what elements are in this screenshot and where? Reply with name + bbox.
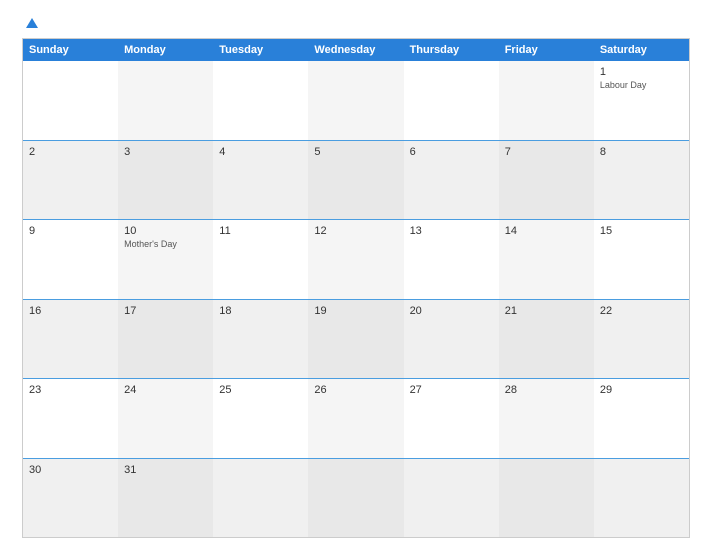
col-wednesday: Wednesday (308, 39, 403, 61)
calendar-cell: 27 (404, 379, 499, 458)
day-number: 18 (219, 305, 302, 317)
calendar-cell: 7 (499, 141, 594, 220)
day-number: 24 (124, 384, 207, 396)
calendar-header: Sunday Monday Tuesday Wednesday Thursday… (23, 39, 689, 61)
calendar-cell: 6 (404, 141, 499, 220)
calendar-row-1: 2345 678 (23, 140, 689, 220)
day-number: 20 (410, 305, 493, 317)
calendar-cell (308, 459, 403, 538)
calendar-cell: 20 (404, 300, 499, 379)
day-number: 9 (29, 225, 112, 237)
calendar-cell (499, 459, 594, 538)
calendar-cell: 5 (308, 141, 403, 220)
col-saturday: Saturday (594, 39, 689, 61)
calendar-row-3: 16 17 18 19 20 21 22 (23, 299, 689, 379)
day-number: 5 (314, 146, 397, 158)
logo (22, 18, 38, 28)
calendar-cell: 26 (308, 379, 403, 458)
calendar-cell (594, 459, 689, 538)
day-number: 31 (124, 464, 207, 476)
calendar-cell: 24 (118, 379, 213, 458)
calendar-cell: 15 (594, 220, 689, 299)
calendar-cell: 13 (404, 220, 499, 299)
day-number: 26 (314, 384, 397, 396)
col-monday: Monday (118, 39, 213, 61)
col-friday: Friday (499, 39, 594, 61)
calendar-cell: 12 (308, 220, 403, 299)
day-number: 23 (29, 384, 112, 396)
holiday-label: Labour Day (600, 80, 683, 91)
header (22, 18, 690, 28)
day-number: 21 (505, 305, 588, 317)
calendar-cell: 4 (213, 141, 308, 220)
day-number: 16 (29, 305, 112, 317)
col-thursday: Thursday (404, 39, 499, 61)
day-number: 6 (410, 146, 493, 158)
calendar-cell: 25 (213, 379, 308, 458)
calendar-cell: 9 (23, 220, 118, 299)
calendar-row-2: 9 10 Mother's Day 11 12 13 14 15 (23, 219, 689, 299)
day-number: 3 (124, 146, 207, 158)
calendar-cell (23, 61, 118, 140)
calendar-cell (213, 61, 308, 140)
calendar-cell (499, 61, 594, 140)
day-number: 17 (124, 305, 207, 317)
calendar-cell: 28 (499, 379, 594, 458)
day-number: 1 (600, 66, 683, 78)
day-number: 11 (219, 225, 302, 237)
calendar-cell: 14 (499, 220, 594, 299)
calendar-cell: 10 Mother's Day (118, 220, 213, 299)
day-number: 12 (314, 225, 397, 237)
calendar-cell: 3 (118, 141, 213, 220)
day-number: 7 (505, 146, 588, 158)
day-number: 19 (314, 305, 397, 317)
calendar-cell: 8 (594, 141, 689, 220)
col-tuesday: Tuesday (213, 39, 308, 61)
calendar-cell: 30 (23, 459, 118, 538)
day-number: 27 (410, 384, 493, 396)
col-sunday: Sunday (23, 39, 118, 61)
day-number: 4 (219, 146, 302, 158)
calendar-cell (404, 61, 499, 140)
calendar-cell: 21 (499, 300, 594, 379)
calendar-cell: 31 (118, 459, 213, 538)
day-number: 8 (600, 146, 683, 158)
calendar-cell: 2 (23, 141, 118, 220)
holiday-label: Mother's Day (124, 239, 207, 250)
day-number: 22 (600, 305, 683, 317)
calendar-cell (213, 459, 308, 538)
logo-triangle-icon (26, 18, 38, 28)
calendar-cell (118, 61, 213, 140)
calendar-cell: 16 (23, 300, 118, 379)
calendar-cell: 23 (23, 379, 118, 458)
calendar-cell (308, 61, 403, 140)
day-number: 2 (29, 146, 112, 158)
day-number: 10 (124, 225, 207, 237)
calendar-cell: 18 (213, 300, 308, 379)
calendar-cell (404, 459, 499, 538)
page: Sunday Monday Tuesday Wednesday Thursday… (0, 0, 712, 550)
calendar-body: 1Labour Day2345678910Mother's Day1112131… (23, 61, 689, 537)
day-number: 29 (600, 384, 683, 396)
calendar-row-0: 1 Labour Day (23, 61, 689, 140)
day-number: 28 (505, 384, 588, 396)
day-number: 30 (29, 464, 112, 476)
calendar-cell: 19 (308, 300, 403, 379)
day-number: 14 (505, 225, 588, 237)
calendar-row-4: 23 24 25 26 27 28 29 (23, 378, 689, 458)
calendar-cell: 22 (594, 300, 689, 379)
calendar-cell: 1 Labour Day (594, 61, 689, 140)
day-number: 13 (410, 225, 493, 237)
day-number: 15 (600, 225, 683, 237)
calendar-cell: 11 (213, 220, 308, 299)
calendar: Sunday Monday Tuesday Wednesday Thursday… (22, 38, 690, 538)
logo-blue-text (22, 18, 38, 28)
calendar-row-5: 30 31 (23, 458, 689, 538)
day-number: 25 (219, 384, 302, 396)
calendar-cell: 29 (594, 379, 689, 458)
calendar-cell: 17 (118, 300, 213, 379)
